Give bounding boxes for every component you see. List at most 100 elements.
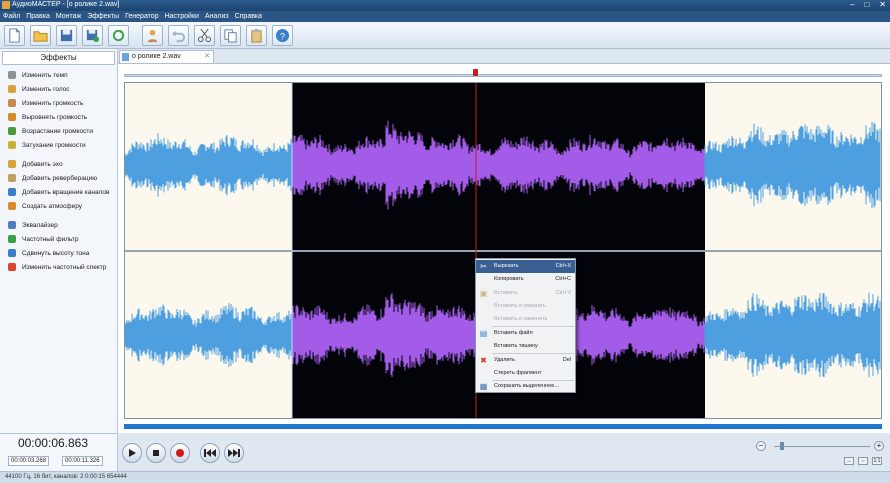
horizontal-scrollbar[interactable] [124,424,882,429]
menu-paste-replace[interactable]: Вставить и заменить [476,313,575,326]
record-button[interactable] [170,443,190,463]
zoom-controls: − + ↔ ⇔ 1:1 [756,439,886,467]
save-selection-icon: ▦ [479,382,488,391]
volume-icon [8,99,16,107]
spectrum-icon [8,263,16,271]
record-person-icon [147,29,158,43]
cut-button[interactable] [194,25,215,46]
save-icon [60,29,73,42]
timeline-ruler[interactable] [124,74,882,77]
maximize-icon[interactable]: □ [864,0,869,10]
undo-button[interactable] [168,25,189,46]
copy-button[interactable] [220,25,241,46]
menu-montage[interactable]: Монтаж [53,11,84,22]
help-button[interactable]: ? [272,25,293,46]
play-button[interactable] [122,443,142,463]
new-file-icon [9,28,20,43]
paste-icon: ▣ [479,289,488,298]
paste-button[interactable] [246,25,267,46]
effect-channel-rotation[interactable]: Добавить вращение каналов [8,186,110,198]
skip-back-icon [204,449,216,457]
echo-icon [8,160,16,168]
refresh-icon [112,29,125,42]
context-menu: ✂ Вырезать Ctrl+X Копировать Ctrl+C ▣ Вс… [475,258,576,393]
rotate-icon [8,188,16,196]
fade-in-icon [8,127,16,135]
menu-settings[interactable]: Настройки [162,11,202,22]
effect-equalizer[interactable]: Эквалайзер [8,219,58,231]
open-folder-icon [33,31,48,42]
zoom-slider[interactable] [774,446,870,447]
undo-icon [171,30,186,43]
menu-help[interactable]: Справка [232,11,265,22]
cut-icon [197,28,212,43]
skip-back-button[interactable] [200,443,220,463]
cut-icon: ✂ [480,262,487,271]
selection-start-time[interactable]: 00:00:03.268 [8,456,50,466]
effect-change-volume[interactable]: Изменить громкость [8,97,83,109]
menu-file[interactable]: Файл [0,11,23,22]
effect-add-reverb[interactable]: Добавить реверберацию [8,172,97,184]
atmosphere-icon [8,202,16,210]
tempo-icon [8,71,16,79]
skip-forward-button[interactable] [224,443,244,463]
filter-icon [8,235,16,243]
delete-icon: ✖ [480,356,487,365]
help-icon: ? [275,28,290,43]
tab-file-label: о ролике 2.wav [132,53,181,60]
menu-generator[interactable]: Генератор [122,11,162,22]
zoom-in-button[interactable]: + [874,441,884,451]
save-as-button[interactable] [82,25,103,46]
fade-out-icon [8,141,16,149]
menu-paste-mix[interactable]: Вставить и смешать [476,300,575,313]
menu-paste[interactable]: ▣ Вставить Ctrl+V [476,287,575,300]
voice-icon [8,85,16,93]
effect-fade-out[interactable]: Затухание громкости [8,139,86,151]
title-bar: АудиоМАСТЕР - [о ролике 2.wav] – □ ✕ [0,0,890,11]
close-tab-icon[interactable]: ✕ [204,51,210,62]
menu-insert-silence[interactable]: Вставить тишину [476,340,575,353]
effect-frequency-spectrum[interactable]: Изменить частотный спектр◂ [8,261,121,273]
time-panel: 00:00:06.863 00:00:03.268 00:00:11.326 [0,433,118,471]
effect-normalize-volume[interactable]: Выровнять громкость [8,111,87,123]
effect-add-echo[interactable]: Добавить эхо [8,158,63,170]
menu-delete[interactable]: ✖ Удалить Del [476,354,575,367]
record-button[interactable] [142,25,163,46]
menu-bar: Файл Правка Монтаж Эффекты Генератор Нас… [0,11,890,22]
menu-copy[interactable]: Копировать Ctrl+C [476,273,575,286]
fit-width-icon[interactable]: ↔ [844,457,854,465]
normalize-icon [8,113,16,121]
minimize-icon[interactable]: – [850,0,854,10]
skip-forward-icon [228,449,240,457]
selection-end-time[interactable]: 00:00:11.326 [62,456,103,466]
effect-change-voice[interactable]: Изменить голос [8,83,70,95]
transport-bar: − + ↔ ⇔ 1:1 [118,433,890,471]
tab-file[interactable]: о ролике 2.wav ✕ [119,50,214,63]
open-button[interactable] [30,25,51,46]
menu-insert-file[interactable]: ▤ Вставить файл [476,327,575,340]
sidebar-header[interactable]: Эффекты [2,51,115,65]
stop-button[interactable] [146,443,166,463]
menu-analysis[interactable]: Анализ [202,11,232,22]
effect-fade-in[interactable]: Возрастание громкости [8,125,93,137]
save-button[interactable] [56,25,77,46]
effects-sidebar: Эффекты Изменить темп Изменить голос Изм… [0,49,121,433]
zoom-1-1-icon[interactable]: 1:1 [872,457,882,465]
zoom-slider-thumb[interactable] [780,442,784,450]
playhead-marker[interactable] [473,69,478,76]
zoom-out-button[interactable]: − [756,441,766,451]
menu-save-selection[interactable]: ▦ Сохранить выделенное... [476,380,575,393]
effect-atmosphere[interactable]: Создать атмосферу [8,200,82,212]
menu-cut[interactable]: ✂ Вырезать Ctrl+X [476,260,575,273]
effect-change-tempo[interactable]: Изменить темп [8,69,68,81]
effect-frequency-filter[interactable]: Частотный фильтр◂ [8,233,121,245]
effect-pitch-shift[interactable]: Сдвинуть высоту тона◂ [8,247,121,259]
menu-edit[interactable]: Правка [23,11,53,22]
new-file-button[interactable] [4,25,25,46]
close-icon[interactable]: ✕ [879,0,886,10]
refresh-button[interactable] [108,25,129,46]
fit-selection-icon[interactable]: ⇔ [858,457,868,465]
menu-effects[interactable]: Эффекты [84,11,122,22]
menu-erase-fragment[interactable]: Стереть фрагмент [476,367,575,380]
audio-file-icon [122,53,129,61]
